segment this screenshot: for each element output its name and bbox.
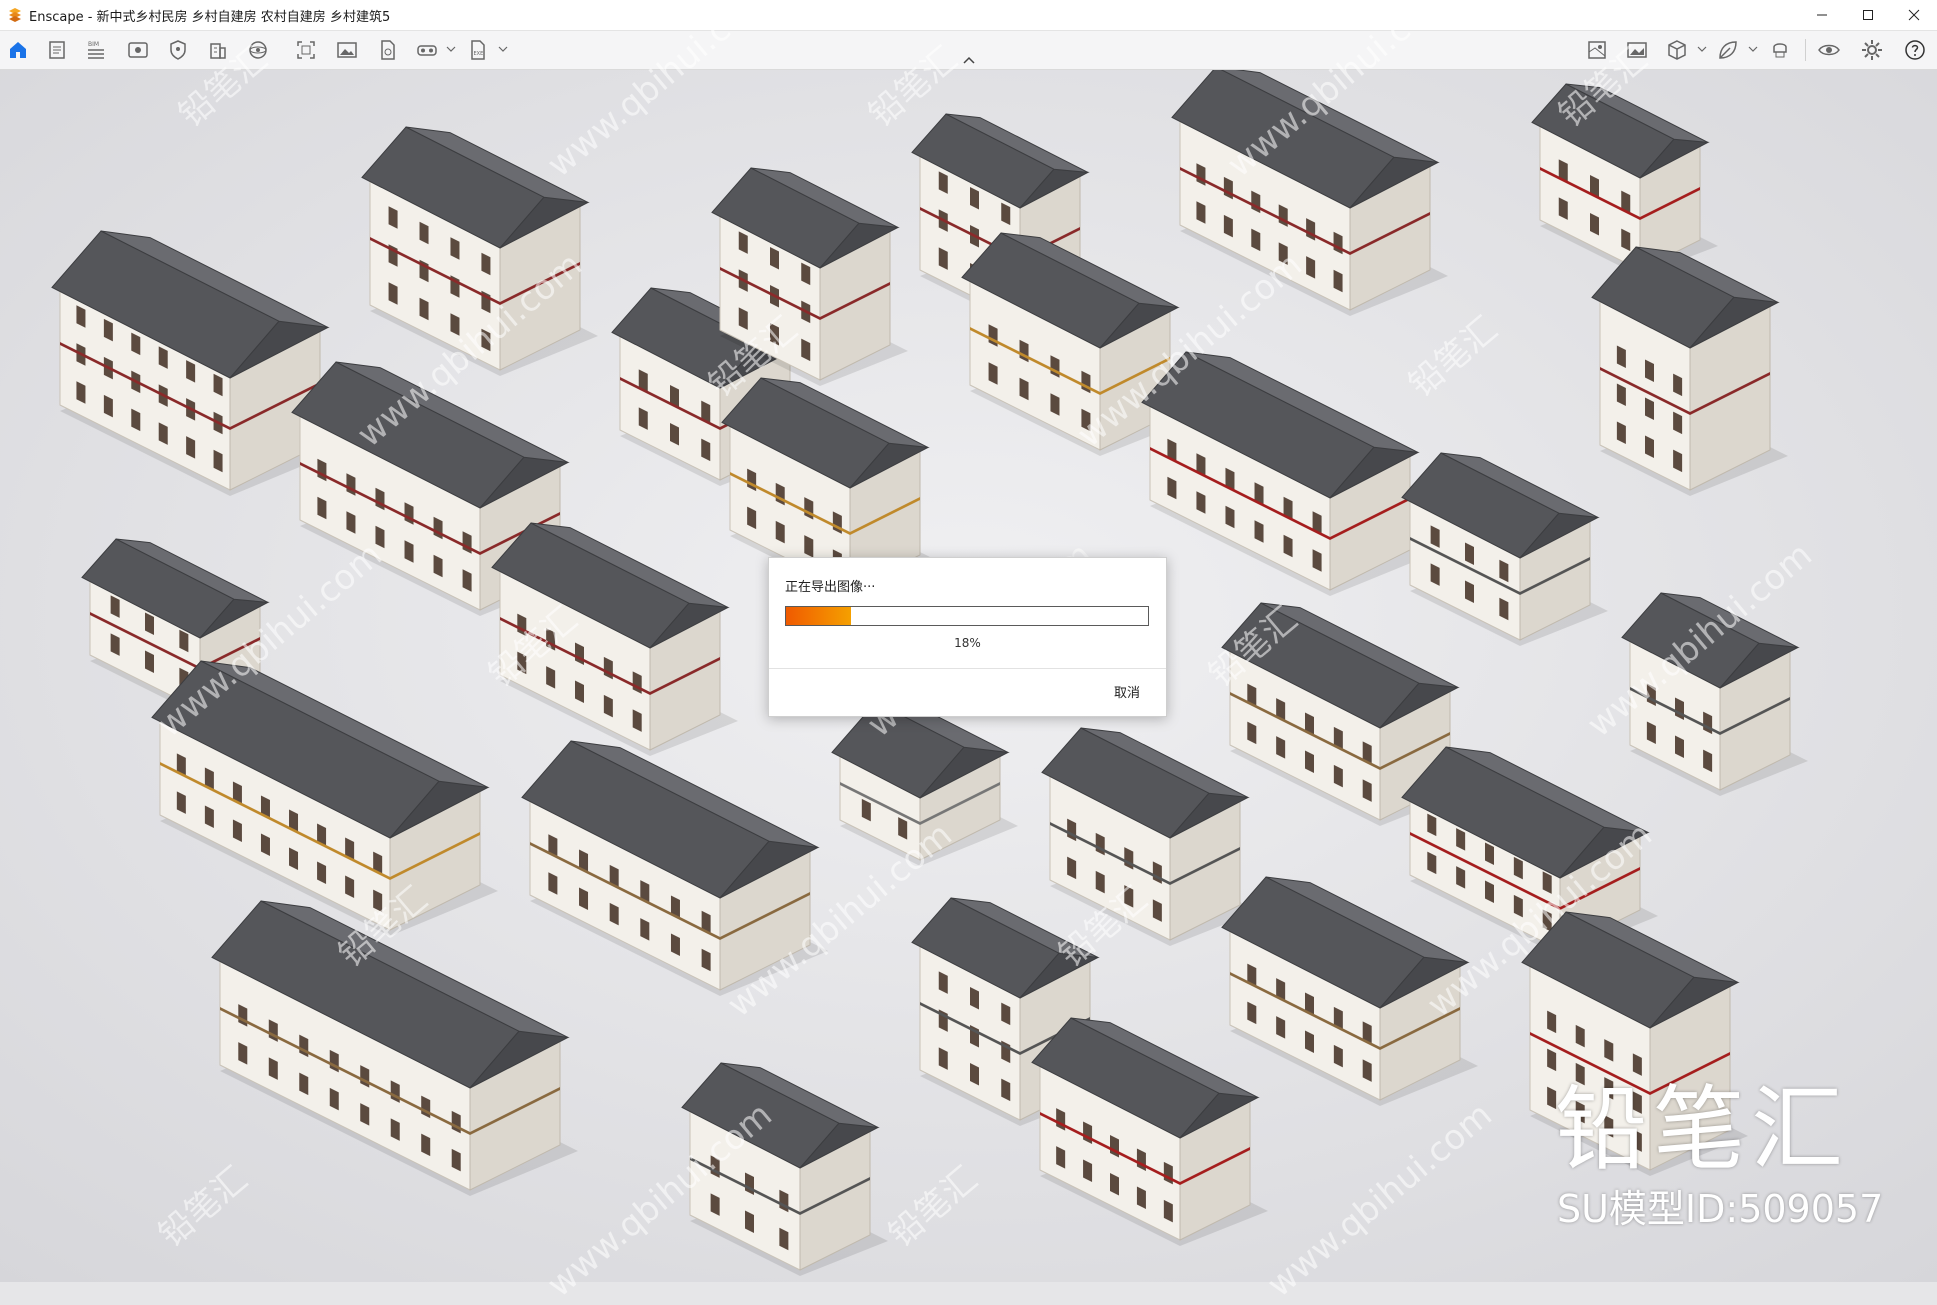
building-button[interactable] (204, 37, 232, 63)
settings-button[interactable] (1858, 37, 1886, 63)
building-icon (210, 43, 226, 59)
enscape-logo-icon (9, 8, 21, 22)
capture-icon (297, 41, 315, 59)
vr-headset-icon (417, 45, 437, 56)
minimize-icon (1817, 14, 1827, 16)
gallery-icon (1627, 42, 1647, 58)
vr-icon (1773, 43, 1787, 58)
image-icon (337, 42, 357, 58)
home-icon (10, 42, 26, 58)
dialog-divider (769, 668, 1166, 669)
chevron-down-icon[interactable] (498, 43, 508, 55)
help-icon (1905, 40, 1925, 60)
export-progress-dialog: 正在导出图像··· 18% 取消 (768, 557, 1167, 717)
progress-percent: 18% (954, 636, 981, 650)
orbit-icon (249, 41, 267, 59)
settings-icon (1862, 40, 1882, 60)
render-icon (381, 40, 395, 60)
cancel-button[interactable]: 取消 (1114, 682, 1140, 701)
collapse-toolbar-icon[interactable] (960, 55, 978, 67)
view-button[interactable] (124, 37, 152, 63)
orbit-button[interactable] (244, 37, 272, 63)
export-exe-button[interactable]: EXE (464, 37, 492, 63)
shield-icon (170, 40, 186, 60)
title-bar: Enscape - 新中式乡村民房 乡村自建房 农村自建房 乡村建筑5 (0, 0, 1937, 31)
leaf-icon (1719, 41, 1737, 59)
cube-button[interactable] (1663, 37, 1691, 63)
close-button[interactable] (1891, 0, 1937, 30)
map-button[interactable] (1583, 37, 1611, 63)
watermark-model-id: SU模型ID:509057 (1557, 1187, 1884, 1231)
cube-icon (1668, 40, 1686, 60)
svg-text:BIM: BIM (88, 41, 99, 48)
document-button[interactable] (43, 37, 71, 63)
chevron-down-icon[interactable] (1697, 43, 1707, 55)
help-button[interactable] (1901, 37, 1929, 63)
watermark-brand: 铅笔汇 (1555, 1076, 1850, 1183)
view-icon (128, 42, 148, 58)
image-button[interactable] (333, 37, 361, 63)
bim-icon: BIM (88, 41, 104, 59)
render-button[interactable] (373, 37, 401, 63)
home-button[interactable] (4, 37, 32, 63)
progress-fill (786, 607, 852, 625)
export-exe-icon: EXE (471, 40, 485, 60)
maximize-icon (1863, 10, 1873, 20)
vr-button[interactable] (1766, 37, 1794, 63)
bim-button[interactable]: BIM (82, 37, 110, 63)
window-controls (1799, 0, 1937, 30)
shield-button[interactable] (164, 37, 192, 63)
progress-bar (785, 606, 1149, 626)
eye-icon (1818, 44, 1840, 56)
chevron-down-icon[interactable] (1748, 43, 1758, 55)
document-icon (49, 41, 65, 59)
maximize-button[interactable] (1845, 0, 1891, 30)
svg-text:EXE: EXE (474, 51, 484, 57)
vr-headset-button[interactable] (413, 37, 441, 63)
dialog-title: 正在导出图像··· (785, 580, 876, 595)
map-icon (1588, 41, 1606, 59)
window-title: Enscape - 新中式乡村民房 乡村自建房 农村自建房 乡村建筑5 (29, 9, 391, 25)
minimize-button[interactable] (1799, 0, 1845, 30)
capture-button[interactable] (292, 37, 320, 63)
eye-button[interactable] (1815, 37, 1843, 63)
leaf-button[interactable] (1714, 37, 1742, 63)
gallery-button[interactable] (1623, 37, 1651, 63)
chevron-down-icon[interactable] (446, 43, 456, 55)
toolbar-separator (1805, 39, 1806, 61)
close-icon (1908, 9, 1920, 21)
